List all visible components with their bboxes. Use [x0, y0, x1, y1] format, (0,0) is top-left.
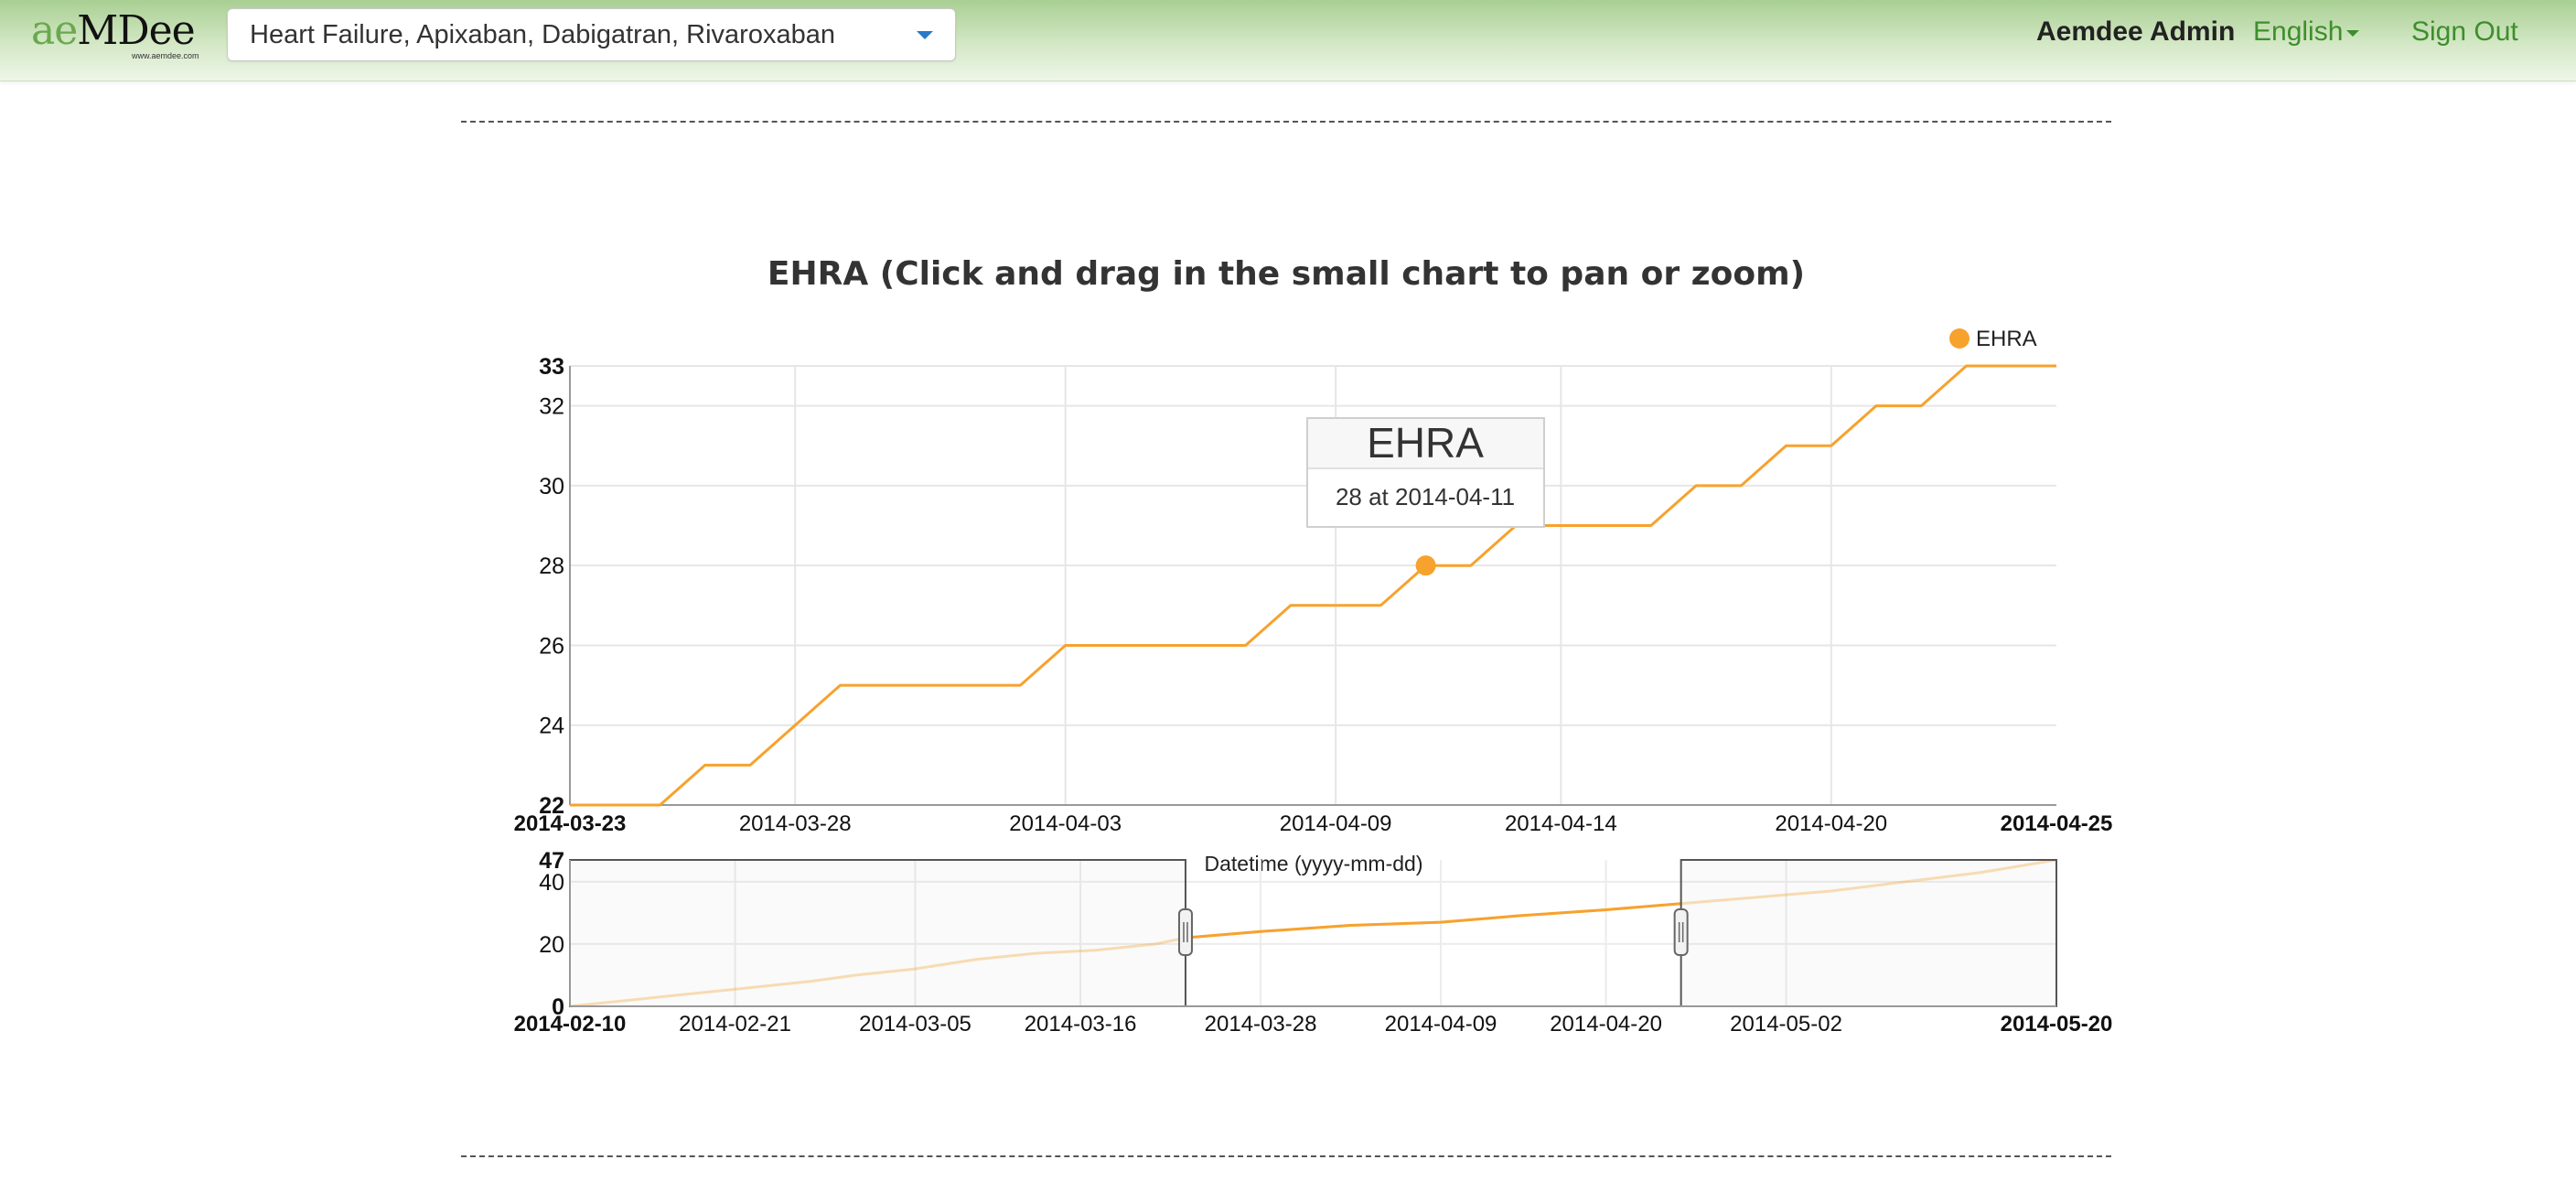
range-handle-right[interactable] [1673, 908, 1689, 956]
y-tick-label: 26 [539, 633, 564, 659]
tooltip: EHRA 28 at 2014-04-11 [1306, 417, 1545, 528]
highlight-point[interactable] [1415, 555, 1436, 576]
nav-x-tick-label: 2014-04-20 [1550, 1012, 1662, 1036]
nav-x-tick-label: 2014-03-16 [1025, 1012, 1137, 1036]
nav-x-tick-label: 2014-02-21 [679, 1012, 791, 1036]
y-tick-label: 33 [539, 354, 564, 380]
ehra-chart-container: EHRA (Click and drag in the small chart … [0, 0, 2576, 1187]
nav-x-tick-label: 2014-03-05 [859, 1012, 971, 1036]
x-tick-label: 2014-04-14 [1505, 811, 1617, 836]
range-handle-left[interactable] [1177, 908, 1193, 956]
x-tick-label: 2014-04-09 [1280, 811, 1392, 836]
x-axis-label: Datetime (yyyy-mm-dd) [1205, 852, 1423, 875]
handle-grip[interactable] [1177, 908, 1193, 956]
nav-y-tick-label: 20 [539, 932, 564, 958]
nav-x-tick-label: 2014-04-09 [1385, 1012, 1497, 1036]
nav-y-tick-label: 40 [539, 870, 564, 896]
nav-x-tick-label: 2014-05-20 [2001, 1012, 2113, 1036]
y-tick-label: 30 [539, 474, 564, 499]
legend[interactable]: EHRA [1949, 327, 2037, 351]
x-tick-label: 2014-04-25 [2001, 811, 2113, 836]
x-tick-label: 2014-03-28 [739, 811, 852, 836]
nav-x-tick-label: 2014-02-10 [514, 1012, 627, 1036]
navigator-mask-left[interactable] [569, 859, 1186, 1007]
nav-y-tick-label: 47 [539, 848, 564, 874]
nav-x-tick-label: 2014-03-28 [1205, 1012, 1317, 1036]
chart-title: EHRA (Click and drag in the small chart … [767, 255, 1805, 293]
legend-label-ehra: EHRA [1976, 327, 2037, 351]
handle-grip[interactable] [1673, 908, 1689, 956]
y-tick-label: 32 [539, 394, 564, 420]
x-tick-label: 2014-04-20 [1775, 811, 1887, 836]
nav-x-tick-label: 2014-05-02 [1730, 1012, 1842, 1036]
ehra-chart[interactable]: EHRA (Click and drag in the small chart … [0, 0, 2576, 1187]
x-tick-label: 2014-04-03 [1009, 811, 1122, 836]
tooltip-title: EHRA [1367, 419, 1484, 467]
navigator-mask-right[interactable] [1680, 859, 2058, 1007]
legend-marker-ehra [1949, 328, 1970, 349]
x-tick-label: 2014-03-23 [514, 811, 627, 836]
y-tick-label: 28 [539, 553, 564, 579]
y-tick-label: 24 [539, 714, 564, 739]
tooltip-body: 28 at 2014-04-11 [1336, 483, 1515, 510]
